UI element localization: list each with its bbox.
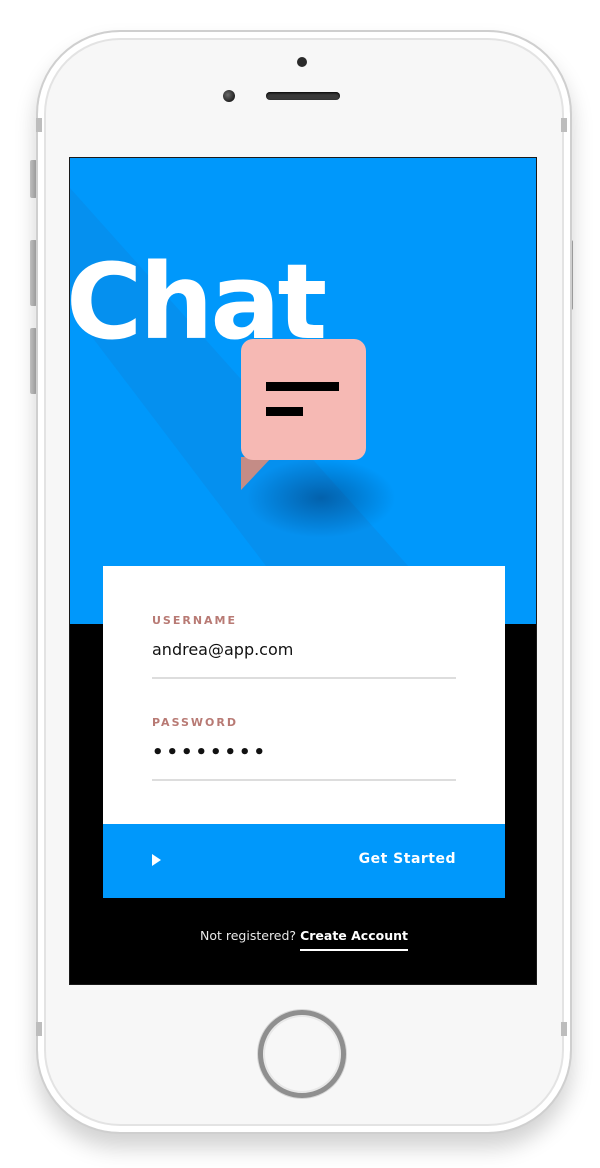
get-started-label: Get Started [358, 851, 456, 867]
antenna-band [561, 1022, 567, 1036]
password-underline [152, 779, 456, 781]
username-underline [152, 677, 456, 679]
antenna-band [36, 118, 42, 132]
password-input[interactable]: •••••••• [152, 742, 456, 764]
chat-bubble-tail [241, 457, 272, 490]
message-line-icon [266, 382, 339, 391]
not-registered-text: Not registered? [200, 928, 297, 943]
antenna-band [36, 1022, 42, 1036]
app-screen: Chat USERNAME andrea@app.com PASSWORD ••… [69, 157, 537, 985]
login-card: USERNAME andrea@app.com PASSWORD •••••••… [103, 566, 505, 898]
password-label: PASSWORD [152, 716, 239, 729]
username-label: USERNAME [152, 614, 238, 627]
hero-banner: Chat [70, 158, 536, 624]
home-button[interactable] [258, 1010, 346, 1098]
earpiece-speaker [266, 92, 340, 100]
signup-footer: Not registered? Create Account [70, 928, 536, 951]
device-mockup: Chat USERNAME andrea@app.com PASSWORD ••… [0, 0, 600, 1168]
chat-bubble-icon [241, 339, 366, 460]
proximity-sensor [297, 57, 307, 67]
username-input[interactable]: andrea@app.com [152, 640, 456, 662]
get-started-button[interactable]: Get Started [103, 824, 505, 898]
message-line-icon [266, 407, 303, 416]
antenna-band [561, 118, 567, 132]
create-account-link[interactable]: Create Account [300, 928, 408, 951]
front-camera-icon [223, 90, 235, 102]
play-icon [152, 854, 161, 866]
